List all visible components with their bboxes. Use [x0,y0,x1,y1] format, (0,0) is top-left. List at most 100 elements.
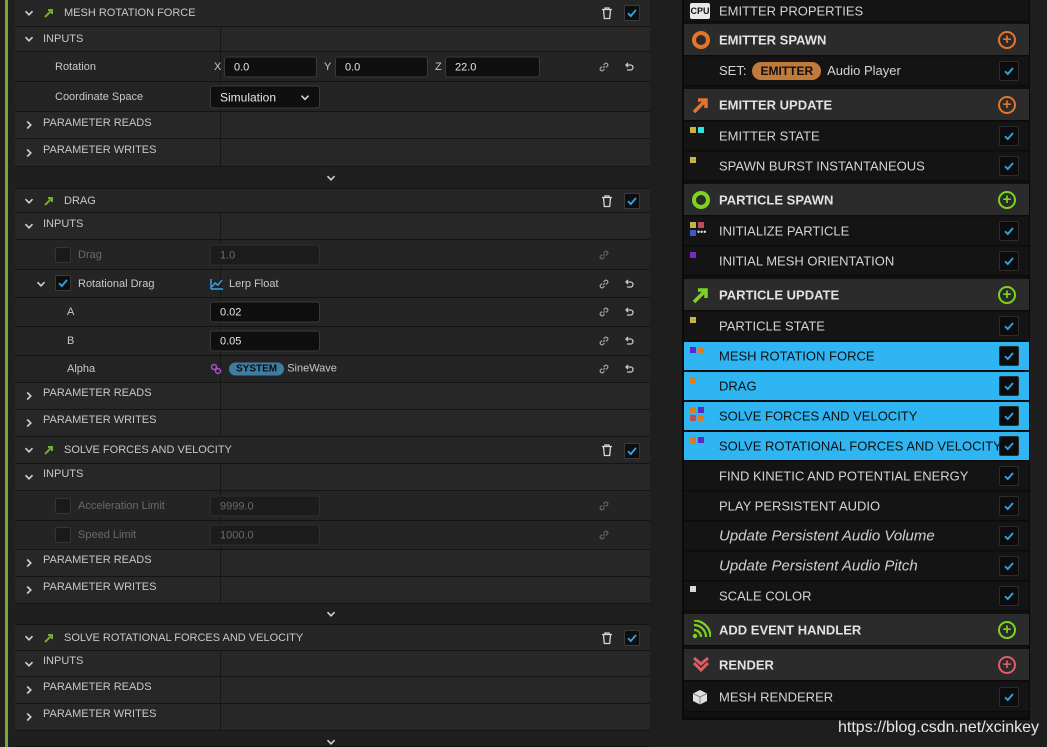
parameter-writes-section[interactable]: PARAMETER WRITES [15,704,650,731]
expand-more-bar[interactable] [15,167,650,189]
rotation-x-input[interactable]: 0.0 [224,56,317,77]
module-find-kinetic[interactable]: FIND KINETIC AND POTENTIAL ENERGY [684,462,1029,491]
link-icon[interactable] [598,335,610,347]
module-enable-checkbox[interactable] [999,406,1019,426]
module-enable-checkbox[interactable] [999,126,1019,146]
module-enable-checkbox[interactable] [999,156,1019,176]
parameter-writes-section[interactable]: PARAMETER WRITES [15,410,650,437]
chevron-down-icon[interactable] [325,172,337,184]
module-enable-checkbox[interactable] [999,556,1019,576]
module-play-audio[interactable]: PLAY PERSISTENT AUDIO [684,492,1029,521]
module-enable-checkbox[interactable] [624,193,640,209]
module-initialize-particle[interactable]: ••• INITIALIZE PARTICLE [684,217,1029,246]
drag-input[interactable]: 1.0 [210,244,320,265]
chevron-right-icon[interactable] [23,684,35,696]
module-enable-checkbox[interactable] [999,496,1019,516]
stage-emitter-update[interactable]: EMITTER UPDATE + [684,89,1029,121]
link-icon[interactable] [598,278,610,290]
chevron-right-icon[interactable] [23,711,35,723]
speed-limit-checkbox[interactable] [55,527,71,543]
module-enable-checkbox[interactable] [999,686,1019,707]
parameter-writes-section[interactable]: PARAMETER WRITES [15,139,650,167]
module-enable-checkbox[interactable] [999,436,1019,456]
chevron-down-icon[interactable] [23,658,35,670]
emitter-properties-row[interactable]: CPU EMITTER PROPERTIES [684,0,1029,22]
add-module-icon[interactable]: + [998,30,1016,49]
link-icon[interactable] [598,306,610,318]
rotational-drag-checkbox[interactable] [55,275,71,291]
module-enable-checkbox[interactable] [999,346,1019,366]
stage-particle-spawn[interactable]: PARTICLE SPAWN + [684,184,1029,216]
acceleration-limit-input[interactable]: 9999.0 [210,495,320,516]
module-header-solve-rotational-forces[interactable]: SOLVE ROTATIONAL FORCES AND VELOCITY [15,625,650,651]
chevron-down-icon[interactable] [23,7,35,19]
speed-limit-input[interactable]: 1000.0 [210,524,320,546]
a-input[interactable]: 0.02 [210,301,320,323]
parameter-reads-section[interactable]: PARAMETER READS [15,383,650,410]
rotation-y-input[interactable]: 0.0 [335,56,428,77]
chevron-right-icon[interactable] [23,557,35,569]
expand-more-bar[interactable] [15,731,650,747]
add-module-icon[interactable]: + [998,655,1016,674]
module-spawn-burst[interactable]: SPAWN BURST INSTANTANEOUS [684,152,1029,181]
module-enable-checkbox[interactable] [999,376,1019,396]
module-enable-checkbox[interactable] [999,526,1019,546]
acceleration-limit-checkbox[interactable] [55,498,71,514]
reset-icon[interactable] [623,306,635,318]
stage-emitter-spawn[interactable]: EMITTER SPAWN + [684,24,1029,56]
add-module-icon[interactable]: + [998,285,1016,304]
link-icon[interactable] [598,529,610,541]
module-update-volume[interactable]: Update Persistent Audio Volume [684,522,1029,551]
chevron-down-icon[interactable] [23,33,35,45]
chevron-right-icon[interactable] [23,147,35,159]
trash-icon[interactable] [600,194,614,208]
link-icon[interactable] [598,249,610,261]
stage-render[interactable]: RENDER + [684,649,1029,681]
parameter-reads-section[interactable]: PARAMETER READS [15,112,650,139]
module-initial-mesh-orientation[interactable]: INITIAL MESH ORIENTATION [684,247,1029,276]
module-enable-checkbox[interactable] [999,251,1019,271]
module-emitter-state[interactable]: EMITTER STATE [684,122,1029,151]
rotation-z-input[interactable]: 22.0 [445,56,540,77]
chevron-down-icon[interactable] [35,278,47,290]
reset-icon[interactable] [623,335,635,347]
chevron-down-icon[interactable] [325,736,337,747]
module-header-solve-forces[interactable]: SOLVE FORCES AND VELOCITY [15,437,650,464]
chevron-down-icon[interactable] [23,195,35,207]
module-drag[interactable]: DRAG [684,372,1029,401]
link-icon[interactable] [598,61,610,73]
add-module-icon[interactable]: + [998,620,1016,639]
module-update-pitch[interactable]: Update Persistent Audio Pitch [684,552,1029,581]
add-module-icon[interactable]: + [998,190,1016,209]
trash-icon[interactable] [600,6,614,20]
inputs-section[interactable]: INPUTS [15,213,650,240]
module-enable-checkbox[interactable] [999,221,1019,241]
add-module-icon[interactable]: + [998,95,1016,114]
chevron-down-icon[interactable] [325,608,337,620]
stage-add-event-handler[interactable]: ADD EVENT HANDLER + [684,614,1029,646]
alpha-binding[interactable]: SYSTEM SineWave [229,362,337,376]
module-solve-forces[interactable]: SOLVE FORCES AND VELOCITY [684,402,1029,431]
chevron-down-icon[interactable] [23,444,35,456]
module-enable-checkbox[interactable] [999,316,1019,336]
module-set-audio-player[interactable]: SET: EMITTER Audio Player [684,57,1029,86]
parameter-writes-section[interactable]: PARAMETER WRITES [15,577,650,604]
reset-icon[interactable] [623,61,635,73]
reset-icon[interactable] [623,363,635,375]
inputs-section[interactable]: INPUTS [15,651,650,677]
chevron-down-icon[interactable] [23,632,35,644]
inputs-section[interactable]: INPUTS [15,27,650,52]
b-input[interactable]: 0.05 [210,330,320,352]
module-header-drag[interactable]: DRAG [15,189,650,213]
stage-particle-update[interactable]: PARTICLE UPDATE + [684,279,1029,311]
parameter-reads-section[interactable]: PARAMETER READS [15,550,650,577]
module-solve-rotational-forces[interactable]: SOLVE ROTATIONAL FORCES AND VELOCITY [684,432,1029,461]
chevron-right-icon[interactable] [23,584,35,596]
chevron-right-icon[interactable] [23,417,35,429]
coordinate-space-dropdown[interactable]: Simulation [210,85,320,108]
chevron-down-icon[interactable] [23,471,35,483]
module-header-mesh-rotation-force[interactable]: MESH ROTATION FORCE [15,0,650,27]
trash-icon[interactable] [600,443,614,457]
module-particle-state[interactable]: PARTICLE STATE [684,312,1029,341]
module-enable-checkbox[interactable] [624,5,640,21]
